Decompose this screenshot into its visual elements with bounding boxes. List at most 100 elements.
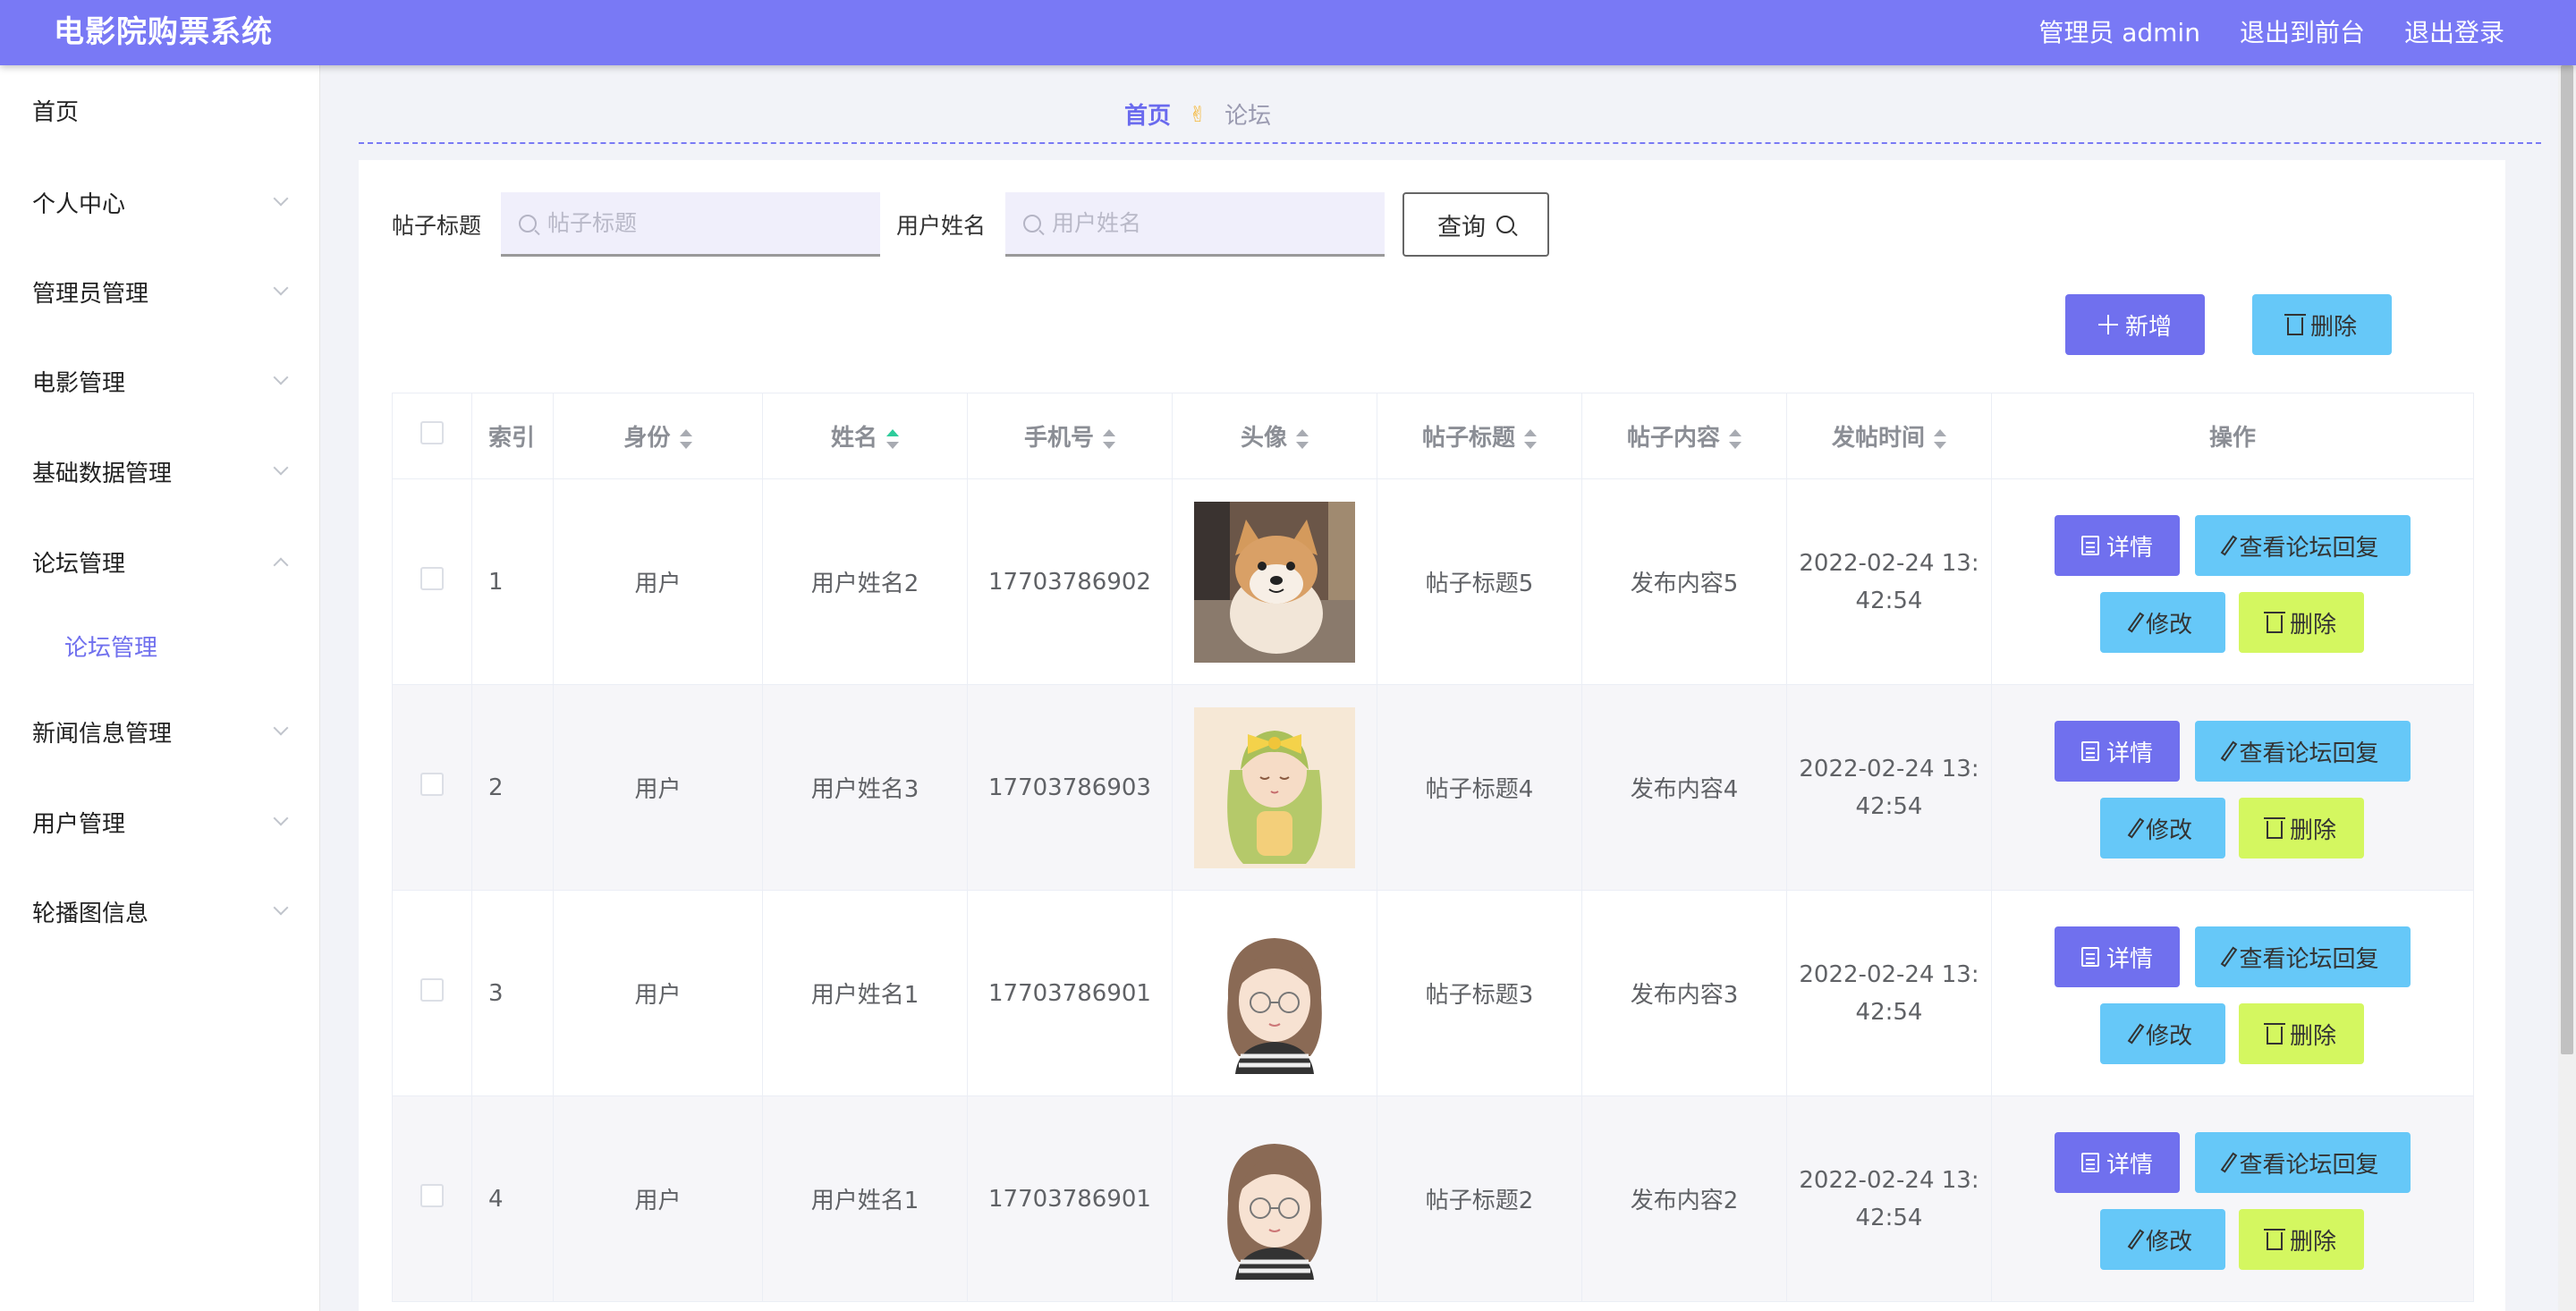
sidebar-item-basic-data[interactable]: 基础数据管理 — [0, 444, 320, 498]
row-post-time-a: 2022-02-24 13: — [1799, 1166, 1979, 1194]
chevron-down-icon — [273, 280, 289, 296]
row-select-cell — [392, 478, 472, 685]
delete-row-button[interactable]: 删除 — [2239, 1209, 2364, 1270]
header-identity[interactable]: 身份 — [553, 393, 763, 479]
sidebar-item-label: 用户管理 — [32, 810, 126, 838]
sidebar-item-label: 电影管理 — [32, 369, 126, 397]
row-ops-cell: 详情 查看论坛回复 修改 删除 — [1991, 684, 2474, 891]
row-post-time-b: 42:54 — [1855, 792, 1923, 820]
exit-to-front-link[interactable]: 退出到前台 — [2240, 0, 2365, 65]
sidebar-item-movies[interactable]: 电影管理 — [0, 354, 320, 408]
row-post-content: 发布内容3 — [1581, 890, 1787, 1096]
detail-label: 详情 — [2106, 740, 2153, 767]
detail-button[interactable]: 详情 — [2055, 721, 2180, 782]
checkbox[interactable] — [420, 978, 444, 1002]
edit-button[interactable]: 修改 — [2100, 798, 2225, 858]
checkbox[interactable] — [420, 567, 444, 590]
row-avatar-cell — [1172, 684, 1377, 891]
detail-button[interactable]: 详情 — [2055, 515, 2180, 576]
name-filter-box — [1005, 192, 1385, 257]
title-filter-input[interactable] — [547, 210, 870, 236]
vertical-scrollbar[interactable] — [2558, 65, 2576, 1311]
sidebar-item-admin[interactable]: 管理员管理 — [0, 265, 320, 318]
batch-delete-label: 删除 — [2309, 313, 2357, 341]
anime-girl-avatar[interactable] — [1194, 706, 1355, 868]
row-identity: 用户 — [553, 478, 763, 685]
cartoon-girl-avatar[interactable] — [1194, 912, 1355, 1074]
row-index: 4 — [471, 1095, 554, 1302]
detail-button[interactable]: 详情 — [2055, 926, 2180, 987]
checkbox[interactable] — [420, 421, 444, 444]
view-replies-button[interactable]: 查看论坛回复 — [2195, 721, 2411, 782]
view-replies-label: 查看论坛回复 — [2239, 534, 2379, 562]
logout-link[interactable]: 退出登录 — [2404, 0, 2504, 65]
sort-icon[interactable] — [1296, 428, 1309, 450]
search-icon — [1496, 216, 1515, 233]
sidebar-item-home[interactable]: 首页 — [0, 83, 320, 137]
edit-button[interactable]: 修改 — [2100, 592, 2225, 653]
header-avatar[interactable]: 头像 — [1172, 393, 1377, 479]
query-button[interactable]: 查询 — [1402, 192, 1550, 257]
batch-delete-button[interactable]: 删除 — [2252, 294, 2392, 355]
sidebar-item-users[interactable]: 用户管理 — [0, 795, 320, 849]
view-replies-label: 查看论坛回复 — [2239, 740, 2379, 767]
row-post-content: 发布内容4 — [1581, 684, 1787, 891]
query-button-label: 查询 — [1437, 213, 1487, 241]
delete-row-button[interactable]: 删除 — [2239, 798, 2364, 858]
top-bar: 电影院购票系统 管理员 admin 退出到前台 退出登录 — [0, 0, 2576, 65]
header-label: 手机号 — [1023, 425, 1094, 452]
view-replies-button[interactable]: 查看论坛回复 — [2195, 1132, 2411, 1193]
detail-button[interactable]: 详情 — [2055, 1132, 2180, 1193]
edit-label: 修改 — [2145, 816, 2192, 844]
shiba-dog-avatar[interactable] — [1194, 501, 1355, 663]
scrollbar-thumb[interactable] — [2561, 65, 2573, 1054]
row-post-time-b: 42:54 — [1855, 998, 1923, 1026]
checkbox[interactable] — [420, 1184, 444, 1207]
sidebar-item-profile[interactable]: 个人中心 — [0, 175, 320, 229]
sidebar-item-news[interactable]: 新闻信息管理 — [0, 705, 320, 758]
name-filter-input[interactable] — [1052, 210, 1375, 236]
delete-label: 删除 — [2289, 611, 2336, 639]
view-replies-button[interactable]: 查看论坛回复 — [2195, 515, 2411, 576]
sort-icon[interactable] — [679, 428, 692, 450]
row-post-title: 帖子标题3 — [1377, 890, 1582, 1096]
view-replies-button[interactable]: 查看论坛回复 — [2195, 926, 2411, 987]
checkbox[interactable] — [420, 773, 444, 796]
sidebar-subitem-forum[interactable]: 论坛管理 — [0, 621, 320, 671]
content-panel: 帖子标题 用户姓名 查询 新增 删除 — [359, 160, 2505, 1311]
delete-row-button[interactable]: 删除 — [2239, 592, 2364, 653]
row-phone: 17703786903 — [967, 684, 1173, 891]
add-button[interactable]: 新增 — [2065, 294, 2205, 355]
sidebar-subitem-label: 论坛管理 — [64, 634, 158, 662]
header-index: 索引 — [471, 393, 554, 479]
cartoon-girl-avatar[interactable] — [1194, 1118, 1355, 1280]
header-post-title[interactable]: 帖子标题 — [1377, 393, 1582, 479]
row-ops-cell: 详情 查看论坛回复 修改 删除 — [1991, 478, 2474, 685]
title-filter-box — [501, 192, 881, 257]
header-phone[interactable]: 手机号 — [967, 393, 1173, 479]
sort-asc-icon[interactable] — [886, 428, 899, 450]
breadcrumb-home[interactable]: 首页 — [1124, 97, 1171, 131]
delete-row-button[interactable]: 删除 — [2239, 1003, 2364, 1064]
victory-hand-icon: ✌ — [1189, 101, 1208, 127]
sidebar-item-forum[interactable]: 论坛管理 — [0, 535, 320, 588]
row-post-title: 帖子标题2 — [1377, 1095, 1582, 1302]
view-replies-label: 查看论坛回复 — [2239, 1151, 2379, 1179]
header-select-all[interactable] — [392, 393, 472, 479]
row-post-time-a: 2022-02-24 13: — [1799, 549, 1979, 577]
edit-button[interactable]: 修改 — [2100, 1209, 2225, 1270]
sidebar-item-label: 首页 — [32, 98, 80, 126]
sidebar-item-carousel[interactable]: 轮播图信息 — [0, 884, 320, 938]
header-post-time[interactable]: 发帖时间 — [1786, 393, 1992, 479]
edit-button[interactable]: 修改 — [2100, 1003, 2225, 1064]
sidebar-item-label: 新闻信息管理 — [32, 720, 173, 748]
header-label: 身份 — [623, 425, 671, 452]
document-icon — [2080, 536, 2099, 555]
sort-icon[interactable] — [1729, 428, 1741, 450]
header-name[interactable]: 姓名 — [762, 393, 968, 479]
sort-icon[interactable] — [1103, 428, 1115, 450]
sort-icon[interactable] — [1524, 428, 1537, 450]
chevron-down-icon — [273, 900, 289, 916]
sort-icon[interactable] — [1934, 428, 1946, 450]
header-post-content[interactable]: 帖子内容 — [1581, 393, 1787, 479]
